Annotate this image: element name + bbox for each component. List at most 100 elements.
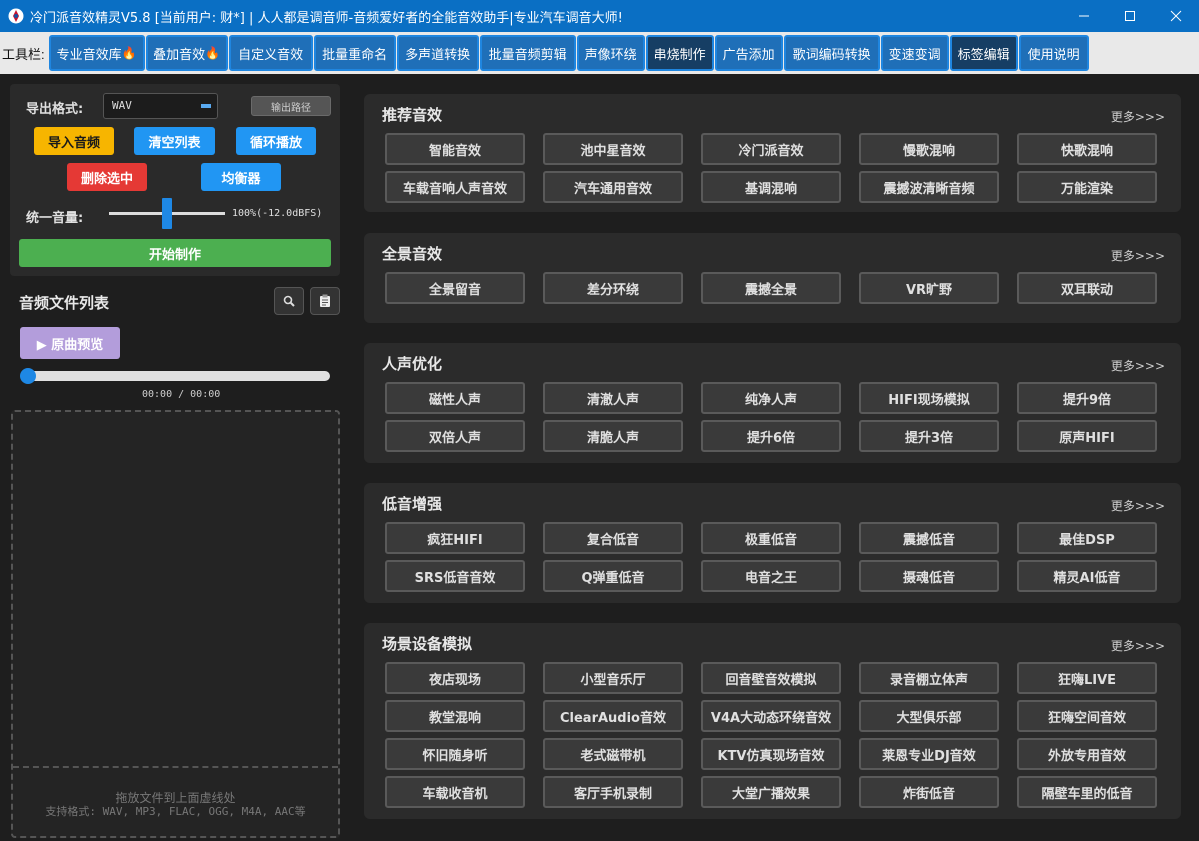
effect-button[interactable]: 教堂混响 [385,700,525,732]
section-title: 全景音效 [382,245,443,263]
delete-selected-button[interactable]: 删除选中 [67,163,147,191]
toolbar-button[interactable]: 叠加音效 🔥 [145,35,228,71]
effect-section: 场景设备模拟 更多>>> 夜店现场 小型音乐厅 回音壁音效模拟 录音棚立体声 狂嗨LIVE 教… [364,623,1181,819]
more-link[interactable]: 更多>>> [1111,108,1165,125]
effect-button[interactable]: 原声HIFI [1017,420,1157,452]
more-link[interactable]: 更多>>> [1111,637,1165,654]
more-link[interactable]: 更多>>> [1111,247,1165,264]
toolbar-button[interactable]: 标签编辑 [949,35,1018,71]
maximize-button[interactable] [1107,0,1153,32]
effect-button[interactable]: 精灵AI低音 [1017,560,1157,592]
effect-button[interactable]: 纯净人声 [701,382,841,414]
effect-button[interactable]: 老式磁带机 [543,738,683,770]
effect-button[interactable]: 提升3倍 [859,420,999,452]
export-format-select[interactable]: WAV [103,93,218,119]
effect-button[interactable]: 大型俱乐部 [859,700,999,732]
toolbar-button-label: 叠加音效 [153,46,206,62]
effect-button[interactable]: KTV仿真现场音效 [701,738,841,770]
output-path-button[interactable]: 输出路径 [251,96,331,116]
search-button[interactable] [274,287,304,315]
effect-button[interactable]: 车载收音机 [385,776,525,808]
effect-button[interactable]: HIFI现场模拟 [859,382,999,414]
seek-slider[interactable] [20,368,330,384]
toolbar-button[interactable]: 批量音频剪辑 [479,35,576,71]
effect-button[interactable]: 炸街低音 [859,776,999,808]
effect-button[interactable]: 录音棚立体声 [859,662,999,694]
effect-button[interactable]: 提升6倍 [701,420,841,452]
toolbar-button[interactable]: 批量重命名 [313,35,396,71]
effect-button[interactable]: 双耳联动 [1017,272,1157,304]
effect-button[interactable]: Q弹重低音 [543,560,683,592]
effect-button[interactable]: 狂嗨LIVE [1017,662,1157,694]
clipboard-button[interactable] [310,287,340,315]
effect-button[interactable]: 大堂广播效果 [701,776,841,808]
effect-button[interactable]: 智能音效 [385,133,525,165]
minimize-button[interactable] [1061,0,1107,32]
toolbar-button[interactable]: 自定义音效 [228,35,313,71]
effect-button[interactable]: 清澈人声 [543,382,683,414]
effect-button[interactable]: 冷门派音效 [701,133,841,165]
effect-button[interactable]: 极重低音 [701,522,841,554]
equalizer-button[interactable]: 均衡器 [201,163,281,191]
seek-slider-thumb[interactable] [20,368,36,384]
effect-button[interactable]: 疯狂HIFI [385,522,525,554]
effect-button[interactable]: 复合低音 [543,522,683,554]
effect-button[interactable]: 狂嗨空间音效 [1017,700,1157,732]
effect-button[interactable]: 车载音响人声音效 [385,171,525,203]
effect-button[interactable]: 电音之王 [701,560,841,592]
toolbar-button[interactable]: 串烧制作 [645,35,714,71]
clear-list-button[interactable]: 清空列表 [134,127,215,155]
volume-slider-thumb[interactable] [162,198,172,229]
more-link[interactable]: 更多>>> [1111,497,1165,514]
toolbar-button[interactable]: 变速变调 [880,35,949,71]
toolbar-button[interactable]: 使用说明 [1018,35,1089,71]
effect-button[interactable]: 夜店现场 [385,662,525,694]
start-button[interactable]: 开始制作 [19,239,331,267]
effect-button[interactable]: 池中星音效 [543,133,683,165]
effect-button[interactable]: 全景留音 [385,272,525,304]
effect-button[interactable]: 提升9倍 [1017,382,1157,414]
effect-button[interactable]: 小型音乐厅 [543,662,683,694]
effect-button[interactable]: 怀旧随身听 [385,738,525,770]
effect-button[interactable]: 慢歌混响 [859,133,999,165]
more-link[interactable]: 更多>>> [1111,357,1165,374]
file-drop-area[interactable]: 拖放文件到上面虚线处 支持格式: WAV, MP3, FLAC, OGG, M4… [11,410,340,838]
toolbar-button[interactable]: 声像环绕 [576,35,645,71]
export-format-label: 导出格式: [26,102,84,117]
effect-button[interactable]: V4A大动态环绕音效 [701,700,841,732]
effect-button[interactable]: 回音壁音效模拟 [701,662,841,694]
effect-button[interactable]: 客厅手机录制 [543,776,683,808]
toolbar-button[interactable]: 歌词编码转换 [783,35,880,71]
effect-button[interactable]: 汽车通用音效 [543,171,683,203]
effect-button[interactable]: SRS低音音效 [385,560,525,592]
effect-button[interactable]: 摄魂低音 [859,560,999,592]
effect-button[interactable]: 磁性人声 [385,382,525,414]
window-title: 冷门派音效精灵V5.8 [当前用户: 财*] | 人人都是调音师-音频爱好者的全… [30,10,623,26]
effect-button[interactable]: 清脆人声 [543,420,683,452]
effect-button[interactable]: 震撼波清晰音频 [859,171,999,203]
effect-button[interactable]: 外放专用音效 [1017,738,1157,770]
toolbar-button-label: 广告添加 [722,46,775,62]
toolbar-button[interactable]: 多声道转换 [396,35,479,71]
toolbar-button[interactable]: 专业音效库 🔥 [48,35,145,71]
effect-button[interactable]: 双倍人声 [385,420,525,452]
effect-button[interactable]: ClearAudio音效 [543,700,683,732]
effect-button[interactable]: 震撼低音 [859,522,999,554]
effect-button[interactable]: VR旷野 [859,272,999,304]
toolbar-button[interactable]: 广告添加 [714,35,783,71]
effect-button[interactable]: 莱恩专业DJ音效 [859,738,999,770]
close-button[interactable] [1153,0,1199,32]
effect-button[interactable]: 万能渲染 [1017,171,1157,203]
loop-play-button[interactable]: 循环播放 [236,127,316,155]
effect-button[interactable]: 隔壁车里的低音 [1017,776,1157,808]
search-icon [283,295,295,307]
volume-slider[interactable] [109,198,225,229]
preview-button[interactable]: ▶ 原曲预览 [20,327,120,359]
effect-button[interactable]: 快歌混响 [1017,133,1157,165]
import-audio-button[interactable]: 导入音频 [34,127,114,155]
effect-button[interactable]: 基调混响 [701,171,841,203]
effect-button[interactable]: 最佳DSP [1017,522,1157,554]
effect-button[interactable]: 差分环绕 [543,272,683,304]
toolbar-button-label: 歌词编码转换 [792,46,871,62]
effect-button[interactable]: 震撼全景 [701,272,841,304]
